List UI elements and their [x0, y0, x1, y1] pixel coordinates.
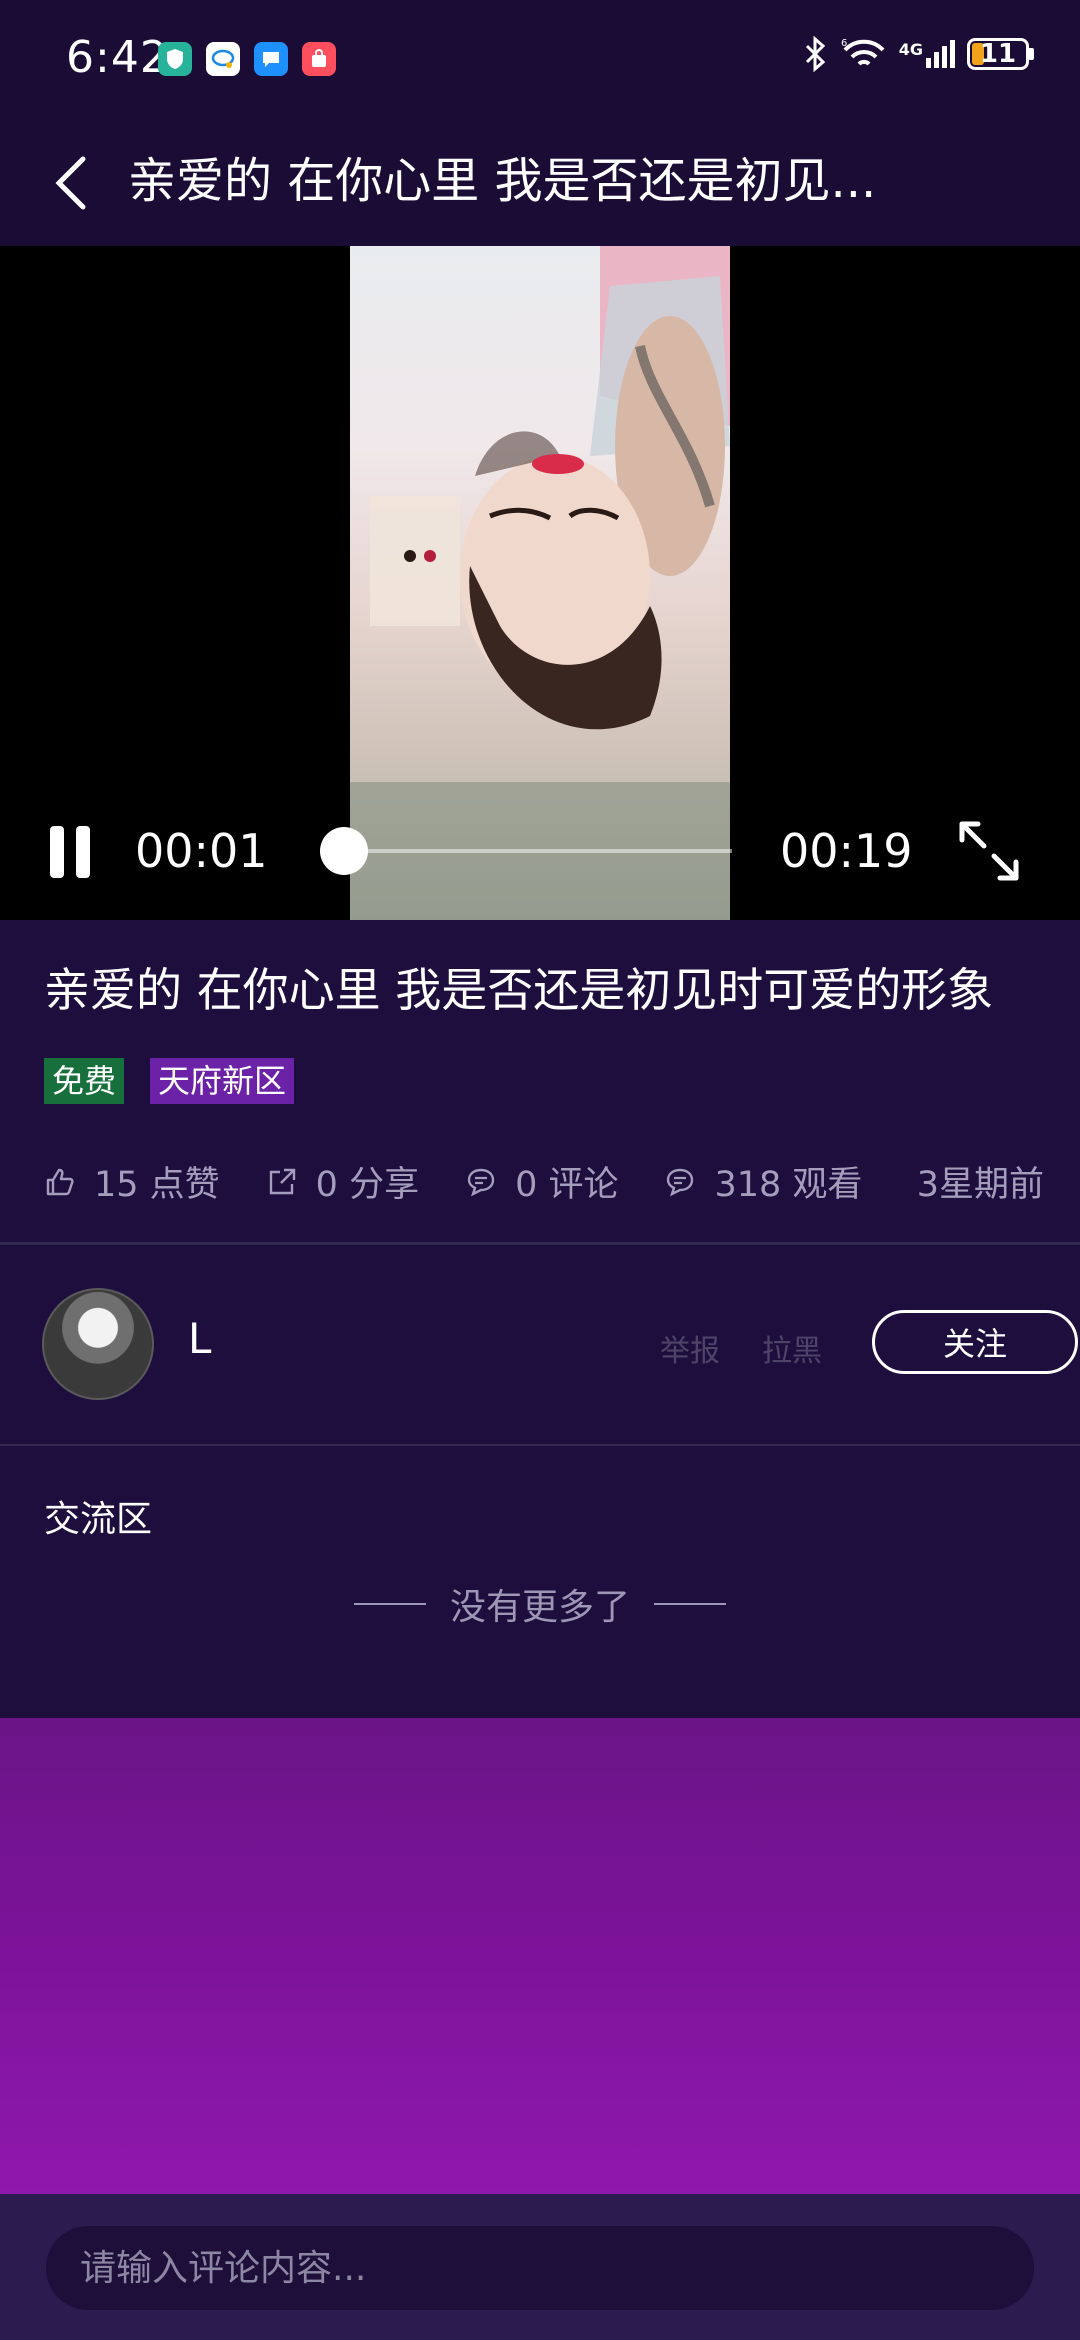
comments-section: 交流区 没有更多了 — [0, 1446, 1080, 1718]
divider-line — [654, 1603, 726, 1605]
battery-icon: 11 — [967, 38, 1034, 70]
svg-text:6: 6 — [841, 38, 847, 49]
share-button[interactable]: 0 分享 — [266, 1156, 419, 1207]
like-button[interactable]: 15 点赞 — [44, 1156, 220, 1207]
video-info: 亲爱的 在你心里 我是否还是初见时可爱的形象 免费 天府新区 15 点赞 0 分… — [0, 920, 1080, 1244]
app-shop-icon — [302, 42, 336, 76]
chevron-left-icon — [55, 156, 86, 210]
status-indicators: 6 4G 11 — [801, 36, 1034, 72]
expand-icon — [959, 821, 1019, 881]
divider-line — [353, 1603, 426, 1605]
notification-app-icons — [158, 42, 336, 76]
comment-icon — [467, 1168, 495, 1196]
empty-content-area — [0, 1718, 1080, 2194]
app-shield-icon — [158, 42, 192, 76]
no-more-text: 没有更多了 — [449, 1587, 630, 1628]
post-time: 3星期前 — [916, 1165, 1044, 1205]
video-title: 亲爱的 在你心里 我是否还是初见时可爱的形象 — [44, 963, 994, 1017]
top-header: 亲爱的 在你心里 我是否还是初见... — [0, 120, 1080, 246]
page-title: 亲爱的 在你心里 我是否还是初见... — [128, 153, 877, 209]
view-count: 318 观看 — [714, 1165, 863, 1205]
network-type: 4G — [898, 40, 923, 59]
bluetooth-icon — [805, 36, 825, 72]
app-message-icon — [254, 42, 288, 76]
author-row: L 举报 拉黑 关注 — [0, 1246, 1080, 1444]
tag-free[interactable]: 免费 — [44, 1058, 125, 1104]
pause-icon-bar — [50, 826, 64, 878]
thumbs-up-icon — [46, 1168, 74, 1195]
back-button[interactable] — [36, 148, 106, 218]
tag-list: 免费 天府新区 — [44, 1058, 295, 1104]
video-player[interactable] — [0, 246, 1080, 920]
share-icon — [269, 1168, 295, 1194]
pause-button[interactable] — [50, 826, 100, 882]
comment-input-bar — [0, 2194, 1080, 2340]
comments-title: 交流区 — [44, 1499, 153, 1540]
comment-input[interactable] — [46, 2226, 1034, 2310]
current-time: 00:01 — [135, 824, 268, 878]
no-more-indicator: 没有更多了 — [0, 1578, 1080, 1630]
view-icon — [667, 1168, 694, 1196]
wifi-icon: 6 — [841, 38, 885, 66]
views-stat: 318 观看 — [664, 1156, 862, 1207]
video-progress-bar[interactable] — [320, 827, 732, 875]
divider — [0, 1242, 1080, 1245]
stats-row: 15 点赞 0 分享 0 评论 318 观看 3星期前 — [44, 1156, 1044, 1207]
follow-button[interactable]: 关注 — [872, 1310, 1078, 1374]
pause-icon-bar — [76, 826, 90, 878]
report-button[interactable]: 举报 — [660, 1326, 720, 1370]
tag-region[interactable]: 天府新区 — [150, 1058, 295, 1104]
comment-count: 0 评论 — [515, 1165, 619, 1205]
author-name[interactable]: L — [188, 1314, 211, 1363]
avatar[interactable] — [42, 1288, 154, 1400]
like-count: 15 点赞 — [94, 1165, 220, 1205]
battery-level: 11 — [979, 39, 1017, 69]
share-count: 0 分享 — [315, 1165, 420, 1205]
block-button[interactable]: 拉黑 — [762, 1326, 822, 1370]
cellular-signal-icon: 4G — [899, 40, 955, 68]
status-time: 6:42 — [66, 32, 169, 83]
status-bar: 6:42 6 4G 11 — [0, 0, 1080, 120]
fullscreen-button[interactable] — [954, 816, 1024, 886]
total-time: 00:19 — [780, 824, 913, 878]
comment-button[interactable]: 0 评论 — [465, 1156, 618, 1207]
app-chat-icon — [206, 42, 240, 76]
